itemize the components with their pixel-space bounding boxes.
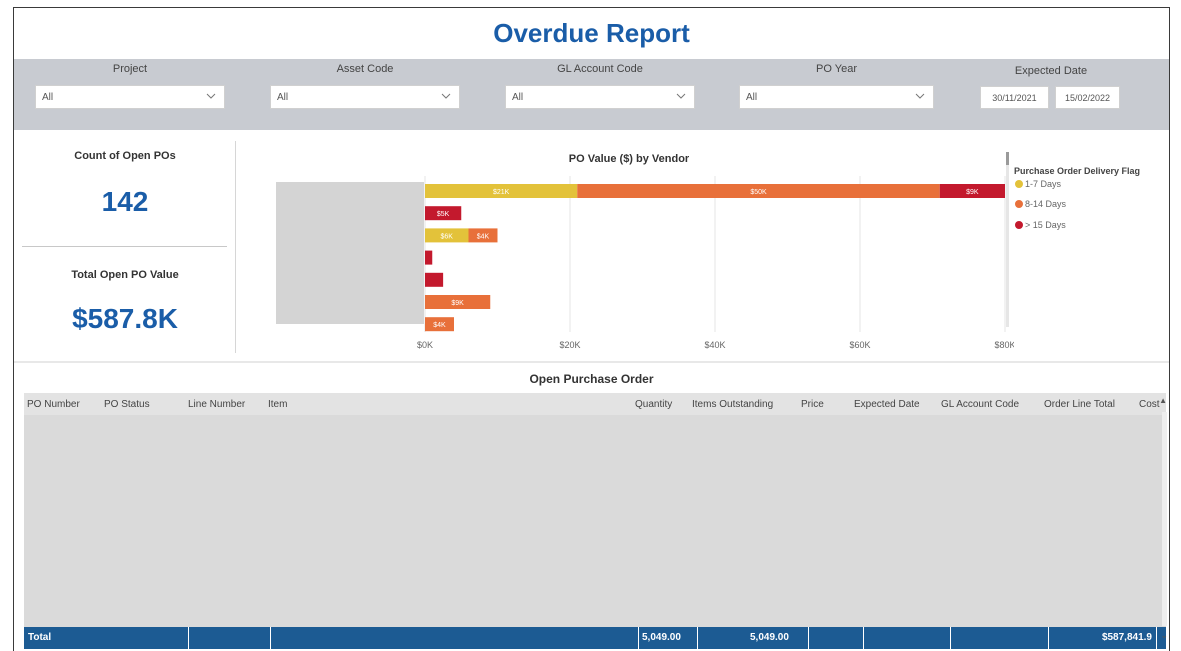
total-label: Total bbox=[24, 627, 189, 649]
col-cost[interactable]: Cost bbox=[1139, 399, 1161, 410]
asset-code-dropdown[interactable]: All bbox=[270, 85, 460, 109]
bar-data-label: $9K bbox=[966, 189, 979, 196]
card-divider bbox=[22, 246, 227, 247]
col-items-outstanding[interactable]: Items Outstanding bbox=[692, 399, 773, 410]
chart-legend: Purchase Order Delivery Flag 1-7 Days 8-… bbox=[1006, 142, 1166, 332]
bar-data-label: $50K bbox=[750, 189, 767, 196]
col-po-status[interactable]: PO Status bbox=[104, 399, 150, 410]
legend-item-8-14-days[interactable]: 8-14 Days bbox=[1015, 199, 1066, 209]
col-price[interactable]: Price bbox=[801, 399, 824, 410]
col-quantity[interactable]: Quantity bbox=[635, 399, 672, 410]
open-pos-card-value: 142 bbox=[101, 186, 149, 217]
caret-up-icon[interactable]: ▲ bbox=[1159, 396, 1167, 405]
total-cell-empty bbox=[271, 627, 639, 649]
total-cell-empty bbox=[864, 627, 951, 649]
chevron-down-icon bbox=[206, 93, 216, 99]
total-items-outstanding: 5,049.00 bbox=[698, 627, 809, 649]
bar-data-label: $6K bbox=[441, 233, 454, 240]
project-dropdown-value: All bbox=[42, 92, 54, 103]
open-po-value-card-label: Total Open PO Value bbox=[71, 269, 179, 281]
gl-account-code-slicer-title: GL Account Code bbox=[557, 63, 643, 75]
legend-scroll-thumb[interactable] bbox=[1006, 152, 1009, 165]
table-header: PO Number PO Status Line Number Item Qua… bbox=[24, 393, 1166, 415]
gl-account-code-dropdown[interactable]: All bbox=[505, 85, 695, 109]
gl-account-code-slicer: GL Account Code All bbox=[505, 59, 695, 130]
section-divider bbox=[14, 361, 1169, 363]
x-tick-label: $40K bbox=[704, 340, 725, 350]
vendor-names-redacted bbox=[276, 182, 424, 324]
open-pos-card-label: Count of Open POs bbox=[74, 150, 176, 162]
legend-label: > 15 Days bbox=[1025, 220, 1066, 230]
expected-date-slicer: Expected Date 30/11/2021 15/02/2022 bbox=[976, 59, 1126, 130]
total-cell-empty bbox=[189, 627, 271, 649]
x-tick-label: $0K bbox=[417, 340, 433, 350]
gl-account-code-dropdown-value: All bbox=[512, 92, 524, 103]
legend-dot-icon bbox=[1015, 200, 1023, 208]
filter-bar: Project All Asset Code All GL Account Co… bbox=[14, 59, 1169, 130]
report-canvas: Overdue Report Project All Asset Code Al… bbox=[13, 7, 1170, 651]
legend-scroll-track[interactable] bbox=[1006, 152, 1009, 327]
table-title: Open Purchase Order bbox=[529, 372, 654, 386]
total-cell-empty bbox=[951, 627, 1049, 649]
chart-title: PO Value ($) by Vendor bbox=[569, 153, 690, 165]
po-year-slicer-title: PO Year bbox=[816, 63, 857, 75]
col-item[interactable]: Item bbox=[268, 399, 287, 410]
po-year-slicer: PO Year All bbox=[739, 59, 934, 130]
bar-segment bbox=[425, 272, 444, 287]
bar-segment bbox=[425, 250, 433, 265]
x-tick-label: $80K bbox=[994, 340, 1014, 350]
bar-data-label: $9K bbox=[451, 300, 464, 307]
table-body bbox=[24, 415, 1166, 628]
po-value-by-vendor-chart: PO Value ($) by Vendor $0K $20K $40K $60K $80… bbox=[244, 140, 1014, 362]
table-scrollbar[interactable] bbox=[1162, 412, 1167, 626]
asset-code-slicer: Asset Code All bbox=[270, 59, 460, 130]
project-dropdown[interactable]: All bbox=[35, 85, 225, 109]
vertical-divider bbox=[235, 141, 236, 353]
chart-svg: PO Value ($) by Vendor $0K $20K $40K $60K $80… bbox=[276, 153, 1014, 350]
legend-item-over-15-days[interactable]: > 15 Days bbox=[1015, 220, 1066, 230]
asset-code-slicer-title: Asset Code bbox=[336, 63, 394, 75]
expected-date-slicer-title: Expected Date bbox=[1014, 65, 1088, 77]
x-tick-label: $60K bbox=[849, 340, 870, 350]
chevron-down-icon bbox=[441, 93, 451, 99]
legend-dot-icon bbox=[1015, 180, 1023, 188]
x-tick-label: $20K bbox=[559, 340, 580, 350]
chevron-down-icon bbox=[676, 93, 686, 99]
legend-label: 1-7 Days bbox=[1025, 179, 1062, 189]
po-year-dropdown[interactable]: All bbox=[739, 85, 934, 109]
total-cell-empty bbox=[809, 627, 864, 649]
project-slicer: Project All bbox=[35, 59, 225, 130]
asset-code-dropdown-value: All bbox=[277, 92, 289, 103]
po-year-dropdown-value: All bbox=[746, 92, 758, 103]
caret-down-icon[interactable]: ⌄ bbox=[1160, 630, 1168, 641]
open-po-value-card-value: $587.8K bbox=[72, 303, 178, 334]
legend-dot-icon bbox=[1015, 221, 1023, 229]
report-title: Overdue Report bbox=[493, 18, 690, 48]
expected-date-end-input[interactable]: 15/02/2022 bbox=[1055, 86, 1120, 109]
legend-item-1-7-days[interactable]: 1-7 Days bbox=[1015, 179, 1061, 189]
bar-data-label: $5K bbox=[437, 211, 450, 218]
bar-data-label: $4K bbox=[433, 322, 446, 329]
bar-data-label: $21K bbox=[493, 189, 510, 196]
kpi-cards: Count of Open POs 142 Total Open PO Valu… bbox=[14, 138, 236, 360]
legend-label: 8-14 Days bbox=[1025, 199, 1067, 209]
total-quantity: 5,049.00 bbox=[639, 627, 698, 649]
col-order-line-total[interactable]: Order Line Total bbox=[1044, 399, 1115, 410]
total-order-line: $587,841.9 bbox=[1049, 627, 1157, 649]
expected-date-start-input[interactable]: 30/11/2021 bbox=[980, 86, 1049, 109]
col-expected-date[interactable]: Expected Date bbox=[854, 399, 920, 410]
col-gl-account-code[interactable]: GL Account Code bbox=[941, 399, 1019, 410]
project-slicer-title: Project bbox=[112, 63, 148, 75]
table-total-row: Total 5,049.00 5,049.00 $587,841.9 bbox=[24, 627, 1166, 649]
chevron-down-icon bbox=[915, 93, 925, 99]
col-line-number[interactable]: Line Number bbox=[188, 399, 245, 410]
col-po-number[interactable]: PO Number bbox=[27, 399, 80, 410]
legend-title: Purchase Order Delivery Flag bbox=[1014, 166, 1141, 176]
bar-data-label: $4K bbox=[477, 233, 490, 240]
